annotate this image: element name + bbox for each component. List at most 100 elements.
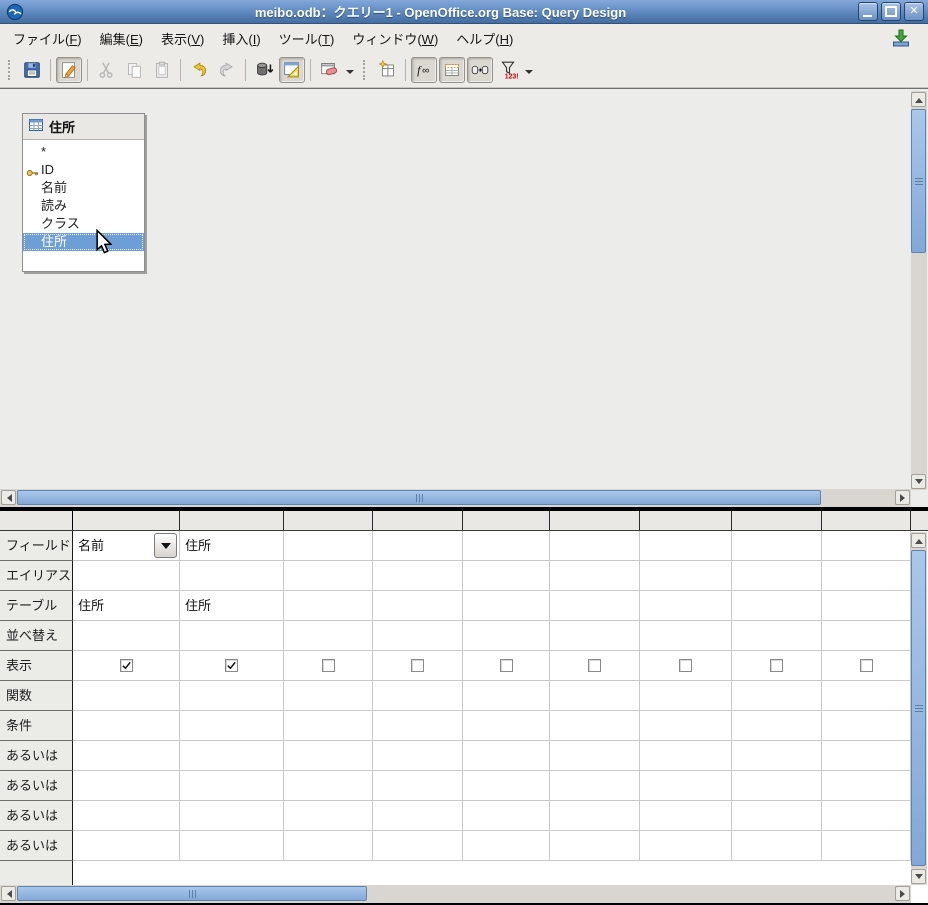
grid-cell-visible-col7[interactable] (640, 651, 732, 681)
grid-cell-sort-col5[interactable] (463, 621, 550, 651)
grid-cell-table-col8[interactable] (732, 591, 822, 621)
field-item-*[interactable]: * (23, 143, 144, 161)
grid-cell-or-col8[interactable] (732, 801, 822, 831)
grid-cell-table-col7[interactable] (640, 591, 732, 621)
grid-cell-visible-col1[interactable] (73, 651, 180, 681)
menu-window[interactable]: ウィンドウ(W) (343, 25, 447, 52)
alias-button[interactable] (467, 57, 493, 83)
scroll-thumb[interactable] (911, 109, 926, 253)
grid-cell-alias-col1[interactable] (73, 561, 180, 591)
field-item-ID[interactable]: ID (23, 161, 144, 179)
grid-cell-visible-col6[interactable] (550, 651, 640, 681)
field-item-名前[interactable]: 名前 (23, 179, 144, 197)
grid-column-header[interactable] (284, 511, 373, 530)
grid-cell-or-col3[interactable] (284, 801, 373, 831)
grid-cell-or-col8[interactable] (732, 831, 822, 861)
grid-cell-field-col2[interactable]: 住所 (180, 531, 284, 561)
grid-cell-field-col7[interactable] (640, 531, 732, 561)
grid-cell-criterion-col7[interactable] (640, 711, 732, 741)
grid-cell-sort-col2[interactable] (180, 621, 284, 651)
grid-horizontal-scrollbar[interactable] (0, 885, 911, 903)
grid-cell-or-col8[interactable] (732, 771, 822, 801)
grid-column-header[interactable] (822, 511, 911, 530)
visible-checkbox[interactable] (770, 659, 783, 672)
grid-cell-sort-col3[interactable] (284, 621, 373, 651)
grid-cell-sort-col6[interactable] (550, 621, 640, 651)
grid-cell-or-col5[interactable] (463, 741, 550, 771)
visible-checkbox-checked[interactable] (225, 659, 238, 672)
grid-cell-sort-col1[interactable] (73, 621, 180, 651)
grid-cell-function-col8[interactable] (732, 681, 822, 711)
grid-cell-or-col4[interactable] (373, 831, 463, 861)
visible-checkbox[interactable] (411, 659, 424, 672)
distinct-values-button[interactable]: 123! (495, 57, 521, 83)
grid-column-header[interactable] (550, 511, 640, 530)
visible-checkbox[interactable] (679, 659, 692, 672)
run-query-button[interactable] (251, 57, 277, 83)
grid-cell-criterion-col5[interactable] (463, 711, 550, 741)
menu-edit[interactable]: 編集(E) (91, 25, 152, 52)
grid-cell-function-col7[interactable] (640, 681, 732, 711)
grid-cell-visible-col3[interactable] (284, 651, 373, 681)
grid-cell-table-col1[interactable]: 住所 (73, 591, 180, 621)
scroll-right-button[interactable] (895, 490, 910, 505)
grid-cell-or-col4[interactable] (373, 771, 463, 801)
menu-file[interactable]: ファイル(F) (4, 25, 91, 52)
scroll-up-button[interactable] (911, 92, 926, 107)
grid-cell-or-col9[interactable] (822, 801, 911, 831)
scroll-thumb[interactable] (17, 490, 821, 505)
menu-view[interactable]: 表示(V) (152, 25, 213, 52)
visible-checkbox[interactable] (500, 659, 513, 672)
undo-button[interactable] (186, 57, 212, 83)
field-item-クラス[interactable]: クラス (23, 215, 144, 233)
scroll-thumb[interactable] (17, 886, 367, 901)
visible-checkbox[interactable] (588, 659, 601, 672)
grid-cell-visible-col9[interactable] (822, 651, 911, 681)
grid-cell-alias-col8[interactable] (732, 561, 822, 591)
grid-cell-table-col5[interactable] (463, 591, 550, 621)
grid-cell-table-col6[interactable] (550, 591, 640, 621)
grid-cell-function-col3[interactable] (284, 681, 373, 711)
grid-cell-alias-col4[interactable] (373, 561, 463, 591)
maximize-button[interactable] (881, 2, 901, 21)
grid-cell-sort-col8[interactable] (732, 621, 822, 651)
grid-cell-field-col6[interactable] (550, 531, 640, 561)
upper-horizontal-scrollbar[interactable] (0, 489, 911, 507)
grid-cell-field-col4[interactable] (373, 531, 463, 561)
scroll-left-button[interactable] (1, 490, 16, 505)
scroll-thumb[interactable] (911, 550, 926, 866)
grid-cell-or-col2[interactable] (180, 741, 284, 771)
grid-cell-or-col9[interactable] (822, 741, 911, 771)
clear-query-button[interactable] (316, 57, 342, 83)
grid-cell-function-col5[interactable] (463, 681, 550, 711)
grid-cell-or-col5[interactable] (463, 831, 550, 861)
grid-cell-visible-col5[interactable] (463, 651, 550, 681)
grid-cell-or-col2[interactable] (180, 801, 284, 831)
grid-cell-or-col3[interactable] (284, 831, 373, 861)
upper-vertical-scrollbar[interactable] (911, 91, 927, 490)
load-document-icon[interactable] (890, 28, 912, 48)
grid-cell-table-col9[interactable] (822, 591, 911, 621)
grid-cell-or-col5[interactable] (463, 771, 550, 801)
grid-cell-or-col7[interactable] (640, 831, 732, 861)
grid-cell-or-col9[interactable] (822, 771, 911, 801)
grid-cell-sort-col9[interactable] (822, 621, 911, 651)
grid-cell-or-col5[interactable] (463, 801, 550, 831)
grid-cell-or-col6[interactable] (550, 801, 640, 831)
menu-insert[interactable]: 挿入(I) (213, 25, 269, 52)
grid-cell-or-col1[interactable] (73, 801, 180, 831)
grid-cell-alias-col6[interactable] (550, 561, 640, 591)
grid-cell-function-col1[interactable] (73, 681, 180, 711)
grid-cell-or-col6[interactable] (550, 831, 640, 861)
grid-cell-criterion-col2[interactable] (180, 711, 284, 741)
grid-cell-alias-col2[interactable] (180, 561, 284, 591)
grid-cell-field-col3[interactable] (284, 531, 373, 561)
scroll-down-button[interactable] (911, 869, 926, 884)
table-box-header[interactable]: 住所 (23, 114, 144, 140)
grid-cell-field-col1[interactable]: 名前 (73, 531, 180, 561)
grid-cell-alias-col3[interactable] (284, 561, 373, 591)
scroll-down-button[interactable] (911, 474, 926, 489)
grid-cell-field-col9[interactable] (822, 531, 911, 561)
grid-cell-or-col6[interactable] (550, 741, 640, 771)
close-button[interactable]: ✕ (904, 2, 924, 21)
